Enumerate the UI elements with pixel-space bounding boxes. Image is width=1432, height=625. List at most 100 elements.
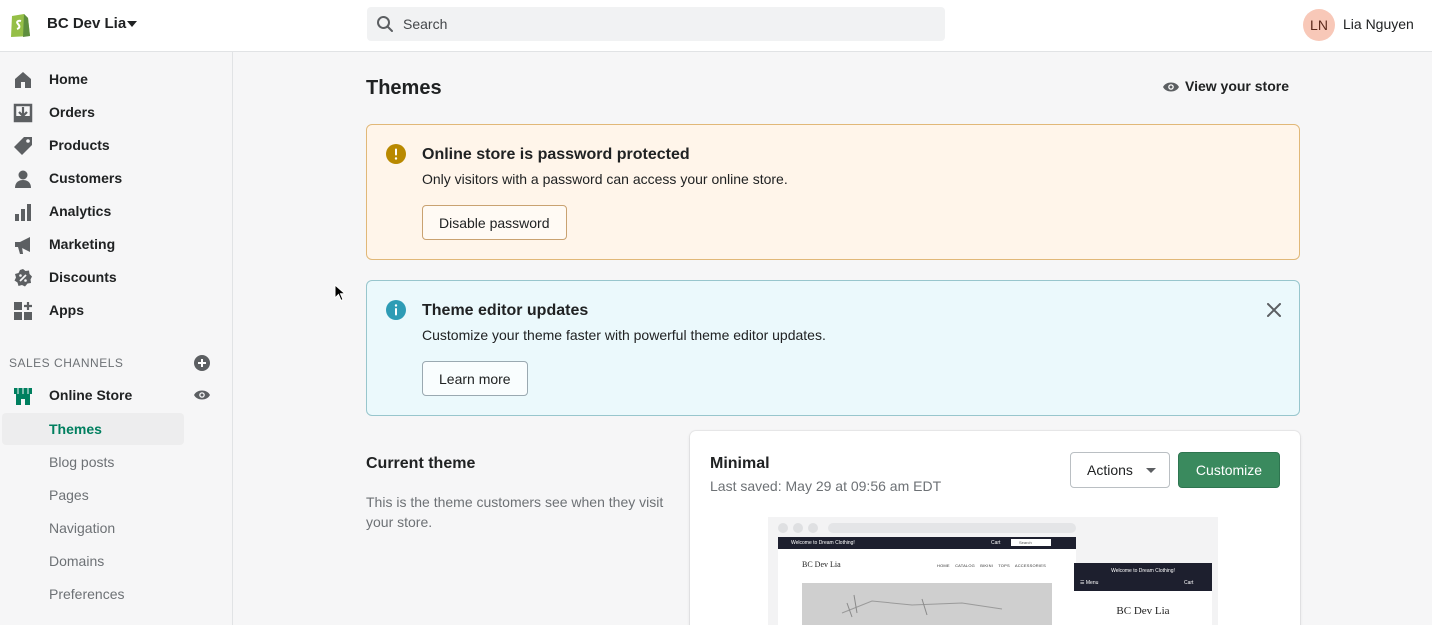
eye-icon[interactable]: [193, 388, 211, 402]
tag-icon: [14, 137, 32, 155]
preview-mobile-menu: ☰ Menu: [1080, 580, 1099, 586]
sidebar-item-label: Apps: [49, 302, 84, 318]
banner-title: Online store is password protected: [422, 146, 690, 163]
close-icon[interactable]: [1267, 303, 1281, 317]
sidebar-item-apps[interactable]: Apps: [0, 294, 233, 327]
sidebar-item-label: Products: [49, 137, 110, 153]
preview-desktop: Welcome to Dream Clothing! Cart Search B…: [778, 537, 1076, 625]
sidebar-item-label: Customers: [49, 170, 123, 186]
sidebar-item-label: Discounts: [49, 269, 117, 285]
password-protected-banner: Online store is password protected Only …: [366, 124, 1300, 260]
sidebar-item-label: Online Store: [49, 387, 133, 403]
sidebar-subitem-domains[interactable]: Domains: [2, 545, 184, 577]
browser-dot-icon: [793, 523, 803, 533]
eye-icon: [1163, 82, 1179, 92]
search-bar[interactable]: Search: [367, 7, 945, 41]
sidebar-item-label: Analytics: [49, 203, 112, 219]
apps-icon: [14, 302, 32, 320]
view-store-label: View your store: [1185, 78, 1290, 94]
banner-text: Customize your theme faster with powerfu…: [422, 327, 826, 343]
page-title: Themes: [366, 77, 442, 99]
sidebar-subitem-themes[interactable]: Themes: [2, 413, 184, 445]
preview-mobile-header: Welcome to Dream Clothing! ☰ Menu Cart: [1074, 563, 1212, 591]
top-bar: BC Dev Lia Search LN Lia Nguyen: [0, 0, 1432, 52]
sales-channels-title: SALES CHANNELS: [9, 356, 124, 370]
sidebar-subitem-blog-posts[interactable]: Blog posts: [2, 446, 184, 478]
preview-brand: BC Dev Lia: [802, 560, 841, 569]
preview-menu-item: TOPS: [998, 563, 1010, 568]
sidebar-item-label: Orders: [49, 104, 95, 120]
sidebar-item-orders[interactable]: Orders: [0, 96, 233, 129]
bar-chart-icon: [15, 204, 31, 221]
sidebar: Home Orders Products Customers Analytics…: [0, 52, 233, 625]
warning-icon: [386, 144, 406, 164]
preview-search-box: Search: [1011, 539, 1051, 546]
sidebar-item-customers[interactable]: Customers: [0, 162, 233, 195]
caret-down-icon[interactable]: [127, 21, 137, 27]
search-placeholder[interactable]: Search: [403, 16, 447, 32]
preview-welcome-text: Welcome to Dream Clothing!: [791, 540, 855, 546]
theme-last-saved: Last saved: May 29 at 09:56 am EDT: [710, 478, 942, 494]
preview-menu-item: CATALOG: [955, 563, 975, 568]
shopify-logo-icon[interactable]: [8, 10, 32, 38]
person-icon: [15, 170, 31, 188]
sidebar-subitem-navigation[interactable]: Navigation: [2, 512, 184, 544]
sidebar-subitem-label: Pages: [49, 487, 89, 503]
learn-more-button[interactable]: Learn more: [422, 361, 528, 396]
megaphone-icon: [15, 237, 30, 254]
browser-dot-icon: [778, 523, 788, 533]
info-icon: [386, 300, 406, 320]
customize-button[interactable]: Customize: [1178, 452, 1280, 488]
preview-menu-item: BIKINI: [980, 563, 993, 568]
orders-icon: [13, 103, 33, 123]
preview-menu-item: HOME: [937, 563, 950, 568]
preview-mobile-menu-label: Menu: [1085, 580, 1099, 586]
preview-mobile-welcome: Welcome to Dream Clothing!: [1111, 568, 1175, 574]
avatar[interactable]: LN: [1303, 9, 1335, 41]
browser-url-bar: [828, 523, 1076, 533]
search-icon: [377, 16, 393, 32]
discount-icon: [14, 269, 32, 287]
actions-button[interactable]: Actions: [1070, 452, 1170, 488]
preview-mobile: Welcome to Dream Clothing! ☰ Menu Cart B…: [1074, 563, 1212, 625]
sidebar-item-marketing[interactable]: Marketing: [0, 228, 233, 261]
preview-menu: HOME CATALOG BIKINI TOPS ACCESSORIES: [937, 563, 1046, 568]
home-icon: [15, 72, 31, 88]
current-theme-description: This is the theme customers see when the…: [366, 494, 664, 530]
sidebar-subitem-pages[interactable]: Pages: [2, 479, 184, 511]
sidebar-subitem-label: Domains: [49, 553, 105, 569]
theme-preview[interactable]: Welcome to Dream Clothing! Cart Search B…: [768, 517, 1218, 625]
browser-dot-icon: [808, 523, 818, 533]
theme-card: Minimal Last saved: May 29 at 09:56 am E…: [690, 431, 1300, 625]
actions-label: Actions: [1087, 462, 1133, 478]
preview-menu-item: ACCESSORIES: [1014, 563, 1046, 568]
sidebar-subitem-label: Preferences: [49, 586, 125, 602]
banner-title: Theme editor updates: [422, 302, 589, 319]
store-icon: [14, 388, 32, 405]
preview-cart-text: Cart: [991, 540, 1001, 546]
theme-name: Minimal: [710, 455, 770, 472]
sidebar-item-analytics[interactable]: Analytics: [0, 195, 233, 228]
disable-password-button[interactable]: Disable password: [422, 205, 567, 240]
sidebar-subitem-label: Navigation: [49, 520, 116, 536]
sidebar-item-discounts[interactable]: Discounts: [0, 261, 233, 294]
sidebar-item-products[interactable]: Products: [0, 129, 233, 162]
preview-mobile-brand: BC Dev Lia: [1116, 605, 1170, 617]
store-name[interactable]: BC Dev Lia: [47, 15, 126, 32]
add-circle-icon[interactable]: [193, 354, 211, 372]
sidebar-item-label: Marketing: [49, 236, 116, 252]
current-theme-title: Current theme: [366, 455, 476, 472]
sidebar-subitem-label: Blog posts: [49, 454, 115, 470]
sidebar-subitem-preferences[interactable]: Preferences: [2, 578, 184, 610]
hero-sketch-icon: [841, 594, 1003, 618]
preview-browser-chrome: [778, 521, 1076, 535]
user-name[interactable]: Lia Nguyen: [1343, 16, 1414, 32]
preview-mobile-cart: Cart: [1184, 580, 1194, 586]
sidebar-item-label: Home: [49, 71, 88, 87]
preview-announcement-bar: Welcome to Dream Clothing! Cart Search: [778, 537, 1076, 549]
sidebar-item-home[interactable]: Home: [0, 63, 233, 96]
mouse-cursor-icon: [334, 284, 346, 302]
theme-editor-updates-banner: Theme editor updates Customize your them…: [366, 280, 1300, 416]
banner-text: Only visitors with a password can access…: [422, 171, 788, 187]
caret-down-icon: [1146, 468, 1156, 473]
